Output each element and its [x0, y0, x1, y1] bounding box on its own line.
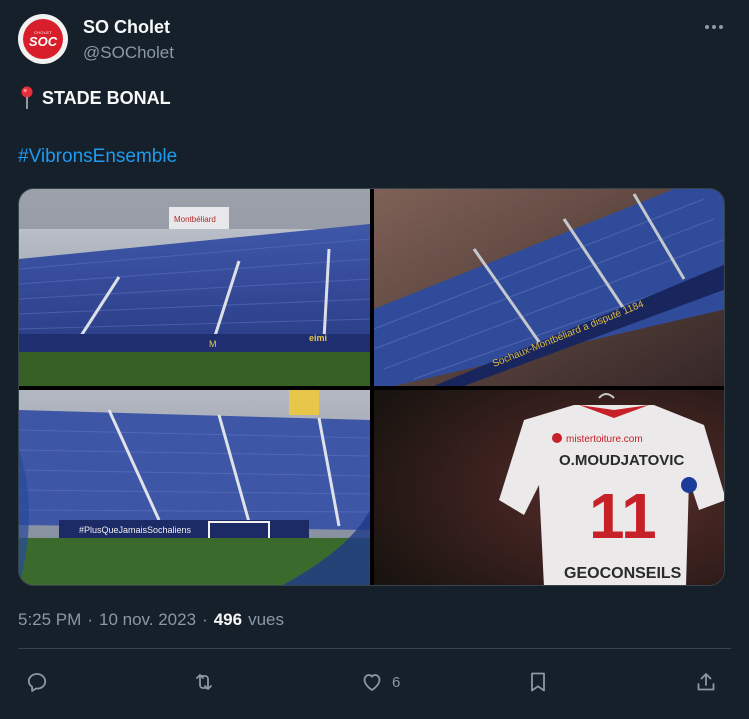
hashtag-link[interactable]: #VibronsEnsemble	[18, 146, 177, 168]
views-label: vues	[248, 610, 284, 629]
meta-separator: ·	[87, 610, 93, 629]
logo-text: SOC	[28, 34, 58, 49]
bookmark-icon	[531, 672, 545, 692]
banner-plus-que-jamais: #PlusQueJamaisSochaliens	[79, 525, 192, 535]
heart-icon	[363, 674, 381, 691]
jersey-sponsor-2: GEOCONSEILS	[564, 565, 682, 582]
jersey-name: O.MOUDJATOVIC	[559, 452, 684, 469]
like-button[interactable]: 6	[360, 666, 400, 698]
like-count: 6	[392, 673, 401, 691]
banner-montbeliard: Montbéliard	[174, 215, 216, 224]
tweet-date[interactable]: 10 nov. 2023	[99, 610, 196, 630]
more-options-icon[interactable]	[700, 16, 728, 38]
media-grid: M eimi Montbéliard Sochaux-Montbéliard a…	[18, 188, 725, 586]
action-bar: 6	[0, 666, 749, 698]
jersey-sponsor: mistertoiture.com	[566, 434, 643, 445]
meta-separator: ·	[202, 610, 208, 629]
divider	[18, 648, 731, 649]
photo-stadium-stands-2[interactable]: Sochaux-Montbéliard a disputé 1184	[374, 189, 724, 386]
photo-stadium-stands-1[interactable]: M eimi Montbéliard	[19, 189, 370, 386]
reply-icon	[27, 673, 47, 692]
tweet-metadata: 5:25 PM · 10 nov. 2023 · 496 vues	[18, 610, 284, 630]
display-name[interactable]: SO Cholet	[83, 17, 170, 38]
reply-button[interactable]	[25, 666, 57, 698]
tweet-text-location: STADE BONAL	[20, 86, 171, 110]
jersey-number: 11	[589, 480, 657, 552]
svg-text:eimi: eimi	[309, 333, 327, 343]
location-text: STADE BONAL	[42, 87, 171, 108]
tweet-time[interactable]: 5:25 PM	[18, 610, 81, 630]
user-handle[interactable]: @SOCholet	[83, 43, 174, 63]
photo-pitch-view[interactable]: #PlusQueJamaisSochaliens	[19, 390, 370, 585]
avatar[interactable]: CHOLET SOC	[18, 14, 68, 64]
bookmark-button[interactable]	[526, 666, 558, 698]
tweet-card: CHOLET SOC SO Cholet @SOCholet STADE BON…	[0, 0, 749, 719]
share-button[interactable]	[694, 666, 718, 698]
retweet-button[interactable]	[192, 666, 224, 698]
share-icon	[697, 673, 715, 691]
club-logo: CHOLET SOC	[23, 19, 63, 59]
photo-jersey[interactable]: mistertoiture.com O.MOUDJATOVIC 11 GEOCO…	[374, 390, 724, 585]
svg-text:M: M	[209, 339, 217, 349]
views-count: 496	[213, 610, 243, 629]
round-pushpin-icon	[21, 86, 33, 109]
retweet-icon	[196, 674, 212, 690]
